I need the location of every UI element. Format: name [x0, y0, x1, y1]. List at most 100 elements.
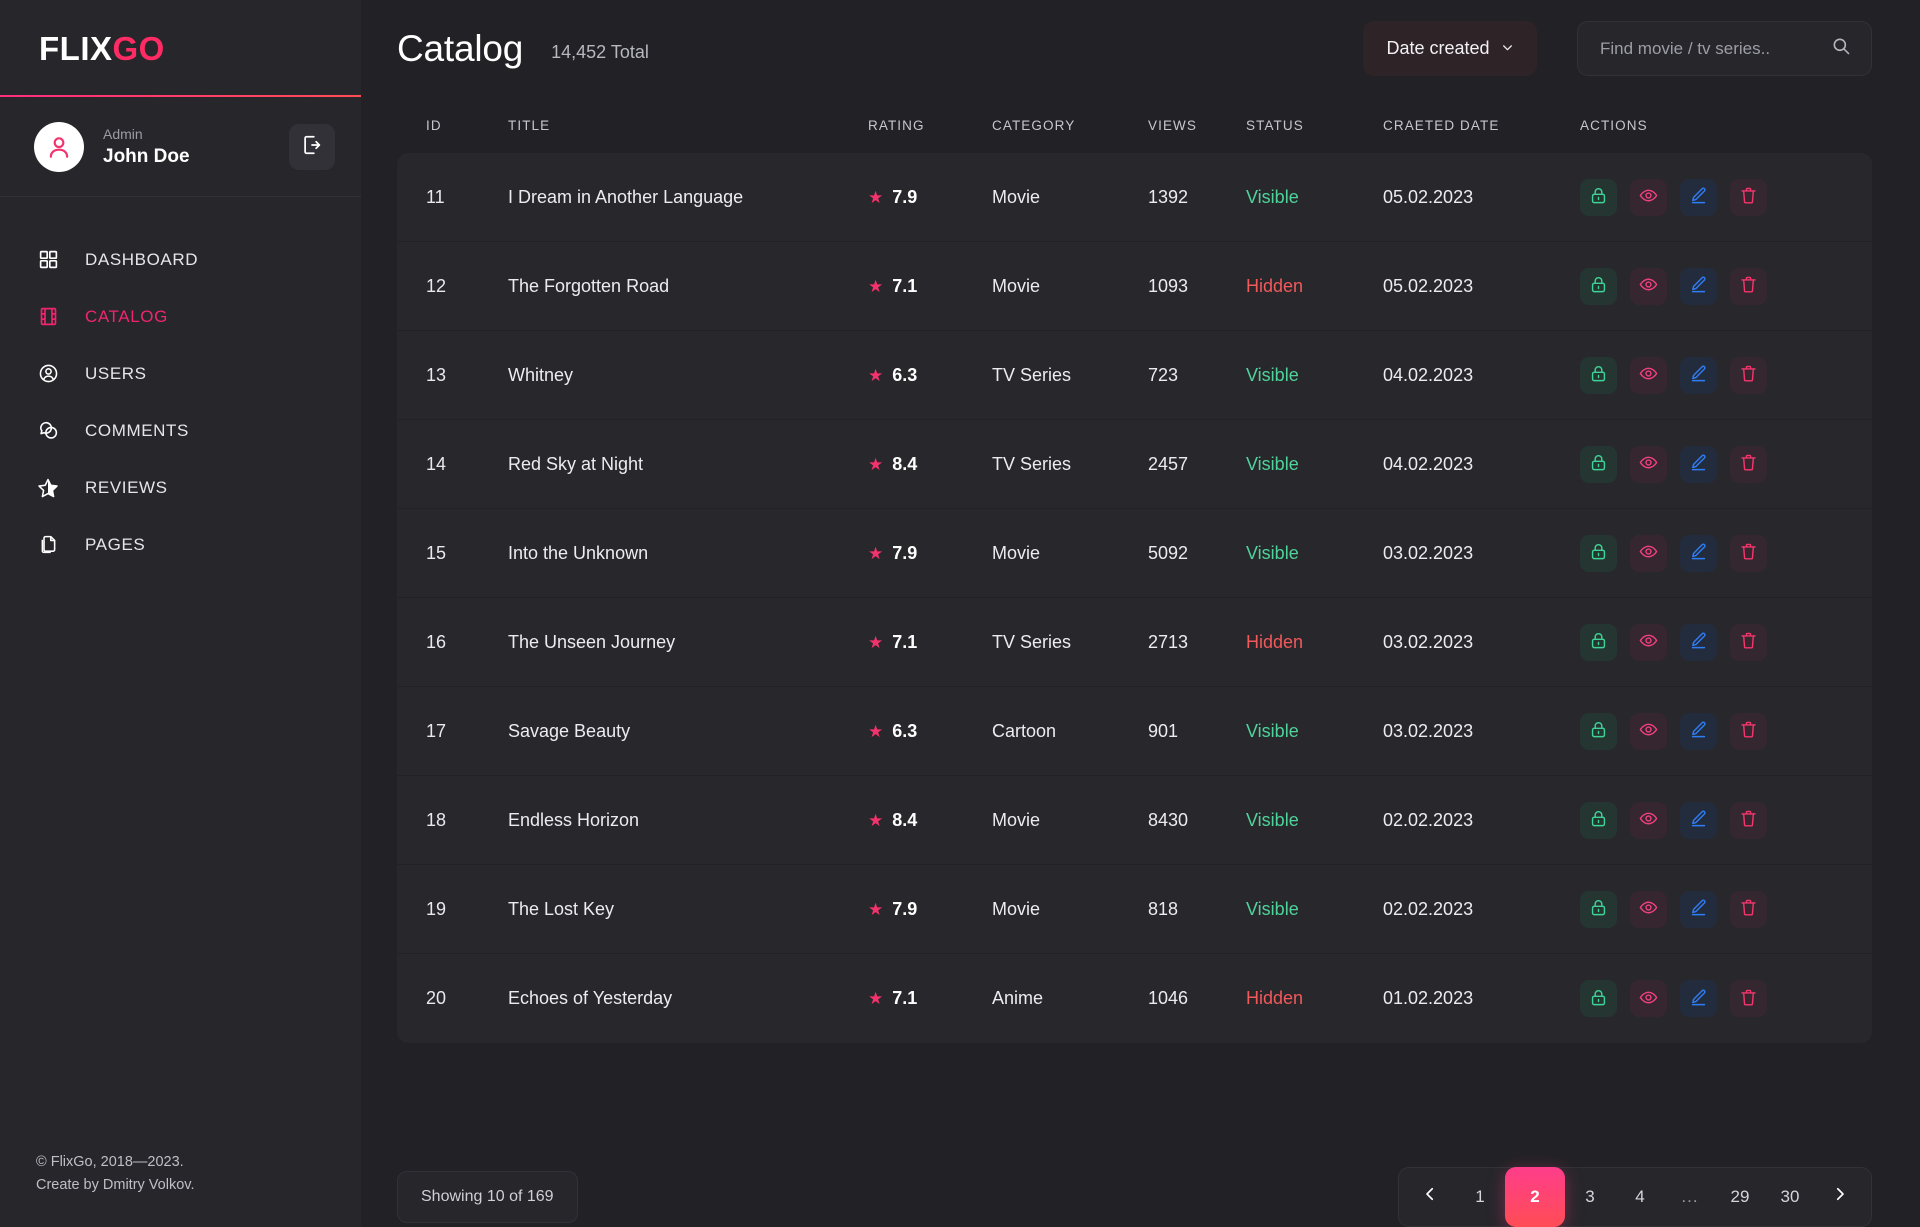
edit-button[interactable]	[1680, 712, 1717, 750]
preview-button[interactable]	[1630, 980, 1667, 1017]
cell-actions	[1580, 267, 1843, 305]
logout-button[interactable]	[289, 123, 335, 170]
avatar[interactable]	[34, 121, 84, 172]
search-icon[interactable]	[1831, 36, 1851, 61]
star-icon: ★	[868, 721, 884, 741]
status-badge: Visible	[1246, 720, 1299, 741]
edit-button[interactable]	[1680, 267, 1717, 305]
pagination-page-button[interactable]: 30	[1765, 1167, 1815, 1227]
table-row[interactable]: 12 The Forgotten Road ★ 7.1 Movie 1093 Hidden 0…	[397, 242, 1872, 331]
delete-button[interactable]	[1730, 267, 1767, 305]
cell-rating: ★ 7.9	[868, 187, 992, 208]
preview-button[interactable]	[1630, 801, 1667, 839]
sidebar-item-comments[interactable]: COMMENTS	[0, 402, 361, 459]
delete-button[interactable]	[1730, 445, 1767, 483]
cell-rating: ★ 6.3	[868, 365, 992, 386]
table-row[interactable]: 19 The Lost Key ★ 7.9 Movie 818 Visible 02.02.2…	[397, 865, 1872, 954]
lock-button[interactable]	[1580, 534, 1617, 572]
search-input[interactable]	[1600, 38, 1831, 59]
rating-value: 7.9	[892, 542, 918, 563]
lock-icon	[1589, 631, 1608, 653]
sidebar-item-catalog[interactable]: CATALOG	[0, 288, 361, 345]
lock-button[interactable]	[1580, 178, 1617, 216]
table-header-row: ID TITLE RATING CATEGORY VIEWS STATUS CR…	[397, 97, 1872, 153]
pencil-icon	[1689, 898, 1708, 920]
delete-button[interactable]	[1730, 178, 1767, 216]
sidebar-item-dashboard[interactable]: DASHBOARD	[0, 231, 361, 288]
preview-button[interactable]	[1630, 623, 1667, 661]
pagination-next-button[interactable]	[1815, 1167, 1865, 1227]
rating-value: 6.3	[892, 720, 918, 741]
pagination-page-button[interactable]: 29	[1715, 1167, 1765, 1227]
lock-icon	[1589, 275, 1608, 297]
column-header-status: STATUS	[1246, 117, 1304, 133]
delete-button[interactable]	[1730, 623, 1767, 661]
status-badge: Visible	[1246, 453, 1299, 474]
table-row[interactable]: 15 Into the Unknown ★ 7.9 Movie 5092 Visible 03…	[397, 509, 1872, 598]
column-header-title: TITLE	[508, 117, 551, 133]
delete-button[interactable]	[1730, 712, 1767, 750]
table-row[interactable]: 11 I Dream in Another Language ★ 7.9 Movie 13…	[397, 153, 1872, 242]
preview-button[interactable]	[1630, 267, 1667, 305]
preview-button[interactable]	[1630, 712, 1667, 750]
preview-button[interactable]	[1630, 890, 1667, 928]
cell-status: Visible	[1246, 721, 1383, 742]
lock-button[interactable]	[1580, 267, 1617, 305]
status-badge: Hidden	[1246, 988, 1304, 1008]
preview-button[interactable]	[1630, 178, 1667, 216]
cell-title: The Lost Key	[508, 898, 615, 919]
preview-button[interactable]	[1630, 534, 1667, 572]
cell-views: 1093	[1148, 275, 1189, 296]
cell-views: 723	[1148, 364, 1179, 385]
cell-actions	[1580, 801, 1843, 839]
edit-button[interactable]	[1680, 801, 1717, 839]
edit-button[interactable]	[1680, 445, 1717, 483]
pagination-page-button[interactable]: 2	[1505, 1167, 1565, 1227]
sort-dropdown-button[interactable]: Date created	[1363, 21, 1537, 76]
table-row[interactable]: 18 Endless Horizon ★ 8.4 Movie 8430 Visible 02.…	[397, 776, 1872, 865]
edit-button[interactable]	[1680, 890, 1717, 928]
lock-button[interactable]	[1580, 712, 1617, 750]
edit-button[interactable]	[1680, 980, 1717, 1017]
pagination-prev-button[interactable]	[1405, 1167, 1455, 1227]
delete-button[interactable]	[1730, 534, 1767, 572]
pagination-page-button[interactable]: 3	[1565, 1167, 1615, 1227]
edit-button[interactable]	[1680, 623, 1717, 661]
delete-button[interactable]	[1730, 801, 1767, 839]
film-icon	[36, 305, 60, 329]
cell-date: 04.02.2023	[1383, 453, 1474, 474]
delete-button[interactable]	[1730, 890, 1767, 928]
logo[interactable]: FLIXGO	[0, 0, 361, 97]
cell-category: Anime	[992, 988, 1044, 1008]
cell-actions	[1580, 890, 1843, 928]
search-box[interactable]	[1577, 21, 1872, 76]
edit-button[interactable]	[1680, 178, 1717, 216]
credit-line: Create by Dmitry Volkov.	[36, 1177, 195, 1193]
preview-button[interactable]	[1630, 445, 1667, 483]
table-row[interactable]: 16 The Unseen Journey ★ 7.1 TV Series 2713 Hid…	[397, 598, 1872, 687]
delete-button[interactable]	[1730, 980, 1767, 1017]
edit-button[interactable]	[1680, 534, 1717, 572]
lock-button[interactable]	[1580, 445, 1617, 483]
table-row[interactable]: 13 Whitney ★ 6.3 TV Series 723 Visible 04.02.20…	[397, 331, 1872, 420]
delete-button[interactable]	[1730, 356, 1767, 394]
sidebar-item-reviews[interactable]: REVIEWS	[0, 459, 361, 516]
pagination-page-button[interactable]: 1	[1455, 1167, 1505, 1227]
lock-button[interactable]	[1580, 801, 1617, 839]
pencil-icon	[1689, 631, 1708, 653]
lock-button[interactable]	[1580, 356, 1617, 394]
lock-button[interactable]	[1580, 890, 1617, 928]
table-row[interactable]: 20 Echoes of Yesterday ★ 7.1 Anime 1046 Hidden…	[397, 954, 1872, 1043]
rating-value: 8.4	[892, 453, 918, 474]
lock-icon	[1589, 186, 1608, 208]
sidebar-item-pages[interactable]: PAGES	[0, 516, 361, 573]
edit-button[interactable]	[1680, 356, 1717, 394]
lock-button[interactable]	[1580, 623, 1617, 661]
table-row[interactable]: 17 Savage Beauty ★ 6.3 Cartoon 901 Visible 03.0…	[397, 687, 1872, 776]
pagination-page-button[interactable]: 4	[1615, 1167, 1665, 1227]
lock-button[interactable]	[1580, 980, 1617, 1017]
copyright-line: © FlixGo, 2018—2023.	[36, 1154, 184, 1170]
table-row[interactable]: 14 Red Sky at Night ★ 8.4 TV Series 2457 Visib…	[397, 420, 1872, 509]
preview-button[interactable]	[1630, 356, 1667, 394]
sidebar-item-users[interactable]: USERS	[0, 345, 361, 402]
